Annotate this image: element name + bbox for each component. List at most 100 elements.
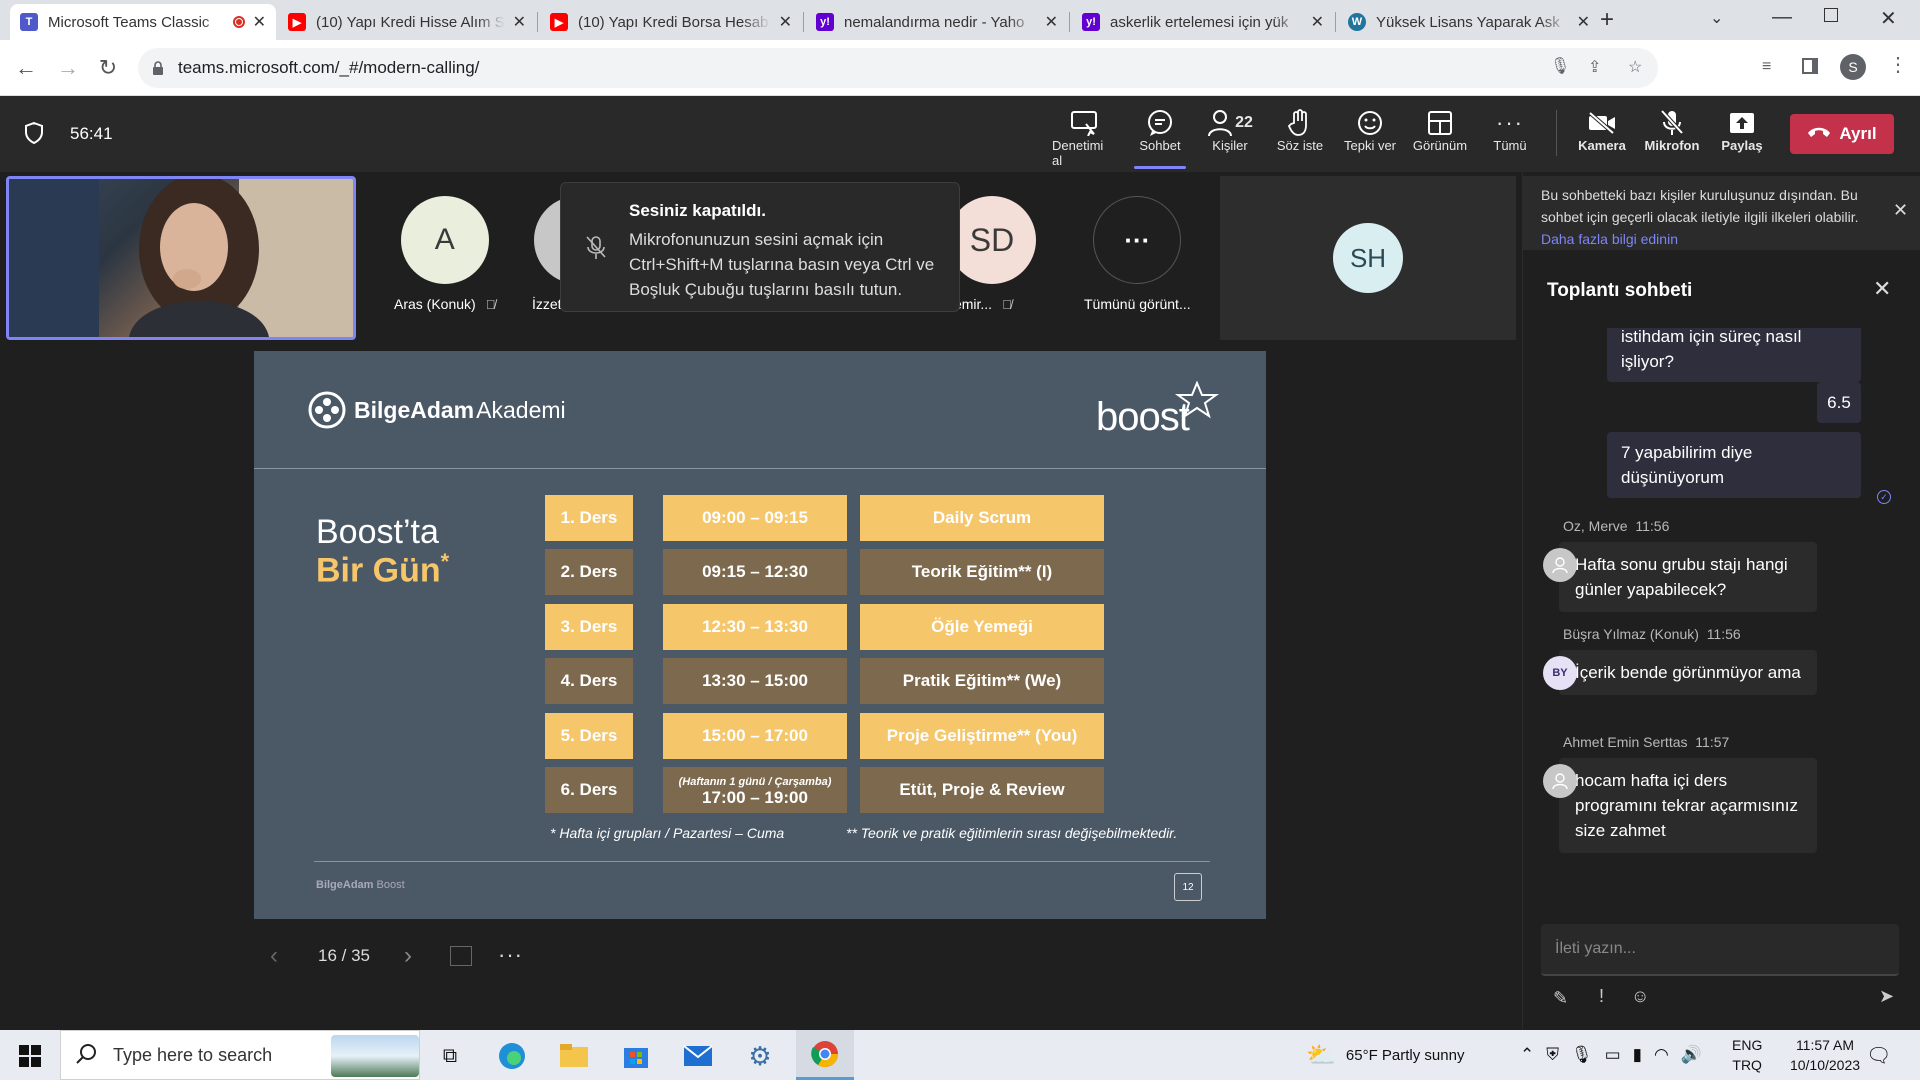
previous-slide-icon[interactable]: ‹ — [270, 942, 278, 970]
schedule-time-cell: (Haftanın 1 günü / Çarşamba) 17:00 – 19:0… — [663, 767, 847, 813]
file-explorer-icon[interactable] — [556, 1038, 592, 1074]
close-tab-icon[interactable]: ✕ — [779, 12, 792, 32]
toolbar-label: Kişiler — [1212, 138, 1248, 153]
close-window-icon[interactable]: ✕ — [1880, 6, 1897, 31]
network-icon[interactable]: ▭ — [1605, 1045, 1621, 1065]
weather-text: 65°F Partly sunny — [1345, 1046, 1465, 1064]
emoji-icon[interactable]: ☺ — [1631, 986, 1649, 1007]
chevron-up-icon[interactable]: ⌃ — [1520, 1045, 1534, 1065]
toolbar-label: Tepki ver — [1343, 138, 1397, 153]
mail-icon[interactable] — [680, 1038, 716, 1074]
notifications-icon[interactable]: 🗨 — [1866, 1030, 1891, 1080]
toolbar-label: Mikrofon — [1644, 138, 1700, 153]
grid-view-icon[interactable] — [450, 946, 472, 966]
send-icon[interactable]: ➤ — [1879, 986, 1894, 1007]
taskbar-search[interactable]: Type here to search — [60, 1030, 420, 1080]
chat-button[interactable]: Sohbet — [1128, 108, 1192, 169]
toolbar-label: Görünüm — [1412, 138, 1468, 153]
more-button[interactable]: ··· Tümü — [1478, 108, 1542, 153]
tab-yahoo-2[interactable]: y! askerlik ertelemesi için yük ✕ — [1072, 4, 1334, 40]
participant-tile-sh[interactable]: SH — [1220, 176, 1516, 340]
leave-button[interactable]: Ayrıl — [1790, 114, 1894, 154]
tab-search-chevron-icon[interactable]: ⌄ — [1710, 8, 1723, 28]
share-button[interactable]: Paylaş — [1710, 108, 1774, 153]
format-icon[interactable]: ✎ — [1553, 988, 1568, 1009]
people-button[interactable]: 22 Kişiler — [1198, 108, 1262, 153]
notice-body: Bu sohbetteki bazı kişiler kuruluşunuz d… — [1541, 187, 1859, 225]
view-button[interactable]: Görünüm — [1408, 108, 1472, 153]
participant-tile[interactable]: SD n Demir... 🎙̸ — [932, 196, 1036, 312]
defender-icon[interactable]: ⛨ — [1546, 1045, 1559, 1065]
important-icon[interactable]: ! — [1599, 986, 1604, 1007]
mic-button[interactable]: Mikrofon — [1640, 108, 1704, 153]
partly-sunny-icon: ⛅ — [1306, 1041, 1336, 1069]
maximize-icon[interactable] — [1824, 8, 1838, 22]
mic-icon[interactable]: 🎙 — [1571, 1045, 1593, 1065]
clock-time: 11:57 AM — [1795, 1037, 1855, 1053]
url-field[interactable]: teams.microsoft.com/_#/modern-calling/ ☆… — [138, 48, 1658, 88]
clock[interactable]: 11:57 AM 10/10/2023 — [1780, 1030, 1870, 1080]
edge-icon[interactable] — [494, 1038, 530, 1074]
person-avatar-icon — [1543, 548, 1577, 582]
settings-icon[interactable]: ⚙ — [742, 1038, 778, 1074]
reaction-button[interactable]: Tepki ver — [1338, 108, 1402, 153]
mic-icon[interactable]: 🎙 — [1550, 56, 1570, 76]
tab-teams[interactable]: T Microsoft Teams Classic ✕ — [10, 4, 276, 40]
bookmark-star-icon[interactable]: ☆ — [1628, 57, 1642, 77]
search-placeholder: Type here to search — [113, 1044, 273, 1065]
reload-icon[interactable]: ↻ — [92, 52, 124, 84]
author: Büşra Yılmaz (Konuk) — [1563, 626, 1699, 642]
author: Ahmet Emin Serttas — [1563, 734, 1688, 750]
browser-menu-icon[interactable]: ⋮ — [1888, 52, 1908, 77]
close-tab-icon[interactable]: ✕ — [1577, 12, 1590, 32]
forward-icon[interactable]: → — [52, 52, 84, 84]
schedule-time-cell: 09:15 – 12:30 — [663, 549, 847, 596]
learn-more-link[interactable]: Daha fazla bilgi edinin — [1541, 231, 1678, 247]
tab-youtube-1[interactable]: ▶ (10) Yapı Kredi Hisse Alım S ✕ — [278, 4, 536, 40]
close-tab-icon[interactable]: ✕ — [1311, 12, 1324, 32]
raise-hand-button[interactable]: Söz iste — [1268, 108, 1332, 153]
close-tab-icon[interactable]: ✕ — [513, 12, 526, 32]
minimize-icon[interactable]: — — [1772, 6, 1792, 29]
view-all-tile[interactable]: ··· Tümünü görünt... — [1084, 196, 1191, 312]
new-tab-icon[interactable]: + — [1600, 6, 1614, 34]
tab-yahoo-1[interactable]: y! nemalandırma nedir - Yaho ✕ — [806, 4, 1068, 40]
weather-widget[interactable]: ⛅ 65°F Partly sunny — [1306, 1030, 1464, 1080]
media-control-icon[interactable]: ≡ — [1762, 58, 1771, 76]
tab-youtube-2[interactable]: ▶ (10) Yapı Kredi Borsa Hesab ✕ — [540, 4, 802, 40]
close-notice-icon[interactable]: ✕ — [1893, 200, 1908, 221]
seen-check-icon: ✓ — [1877, 490, 1891, 504]
share-page-icon[interactable]: ⇪ — [1588, 57, 1601, 77]
back-icon[interactable]: ← — [10, 52, 42, 84]
take-control-button[interactable]: Denetimi al — [1052, 108, 1116, 168]
mic-off-icon — [1659, 108, 1685, 138]
profile-avatar[interactable]: S — [1840, 54, 1866, 80]
store-icon[interactable] — [618, 1038, 654, 1074]
close-tab-icon[interactable]: ✕ — [253, 12, 266, 32]
chrome-icon[interactable] — [796, 1030, 854, 1080]
volume-icon[interactable]: 🔊 — [1681, 1045, 1702, 1065]
battery-icon[interactable]: ▮ — [1633, 1045, 1642, 1065]
side-panel-icon[interactable] — [1802, 58, 1818, 74]
windows-start-icon[interactable] — [12, 1038, 48, 1074]
my-message: istihdam için süreç nasıl işliyor? — [1607, 328, 1861, 382]
footnote-right: ** Teorik ve pratik eğitimlerin sırası d… — [846, 825, 1178, 841]
time-label: 17:00 – 19:00 — [702, 788, 808, 807]
mic-off-icon — [585, 235, 607, 266]
close-tab-icon[interactable]: ✕ — [1045, 12, 1058, 32]
tab-wordpress[interactable]: W Yüksek Lisans Yaparak Ask ✕ — [1338, 4, 1600, 40]
slide-footer-divider — [314, 861, 1210, 862]
language-indicator[interactable]: ENG TRQ — [1732, 1030, 1762, 1080]
task-view-icon[interactable]: ⧉ — [432, 1038, 468, 1074]
more-options-icon[interactable]: ··· — [498, 942, 523, 968]
close-chat-icon[interactable]: ✕ — [1873, 276, 1891, 302]
schedule-time-cell: 12:30 – 13:30 — [663, 603, 847, 650]
yahoo-icon: y! — [816, 13, 834, 31]
participant-tile[interactable]: A Aras (Konuk) 🎙̸ — [394, 196, 495, 312]
self-video-tile[interactable] — [6, 176, 356, 340]
tab-title: (10) Yapı Kredi Borsa Hesab — [578, 13, 769, 31]
wifi-icon[interactable]: ◠ — [1654, 1045, 1669, 1065]
camera-button[interactable]: Kamera — [1570, 108, 1634, 153]
next-slide-icon[interactable]: › — [404, 942, 412, 970]
message-input[interactable]: İleti yazın... — [1541, 924, 1899, 976]
